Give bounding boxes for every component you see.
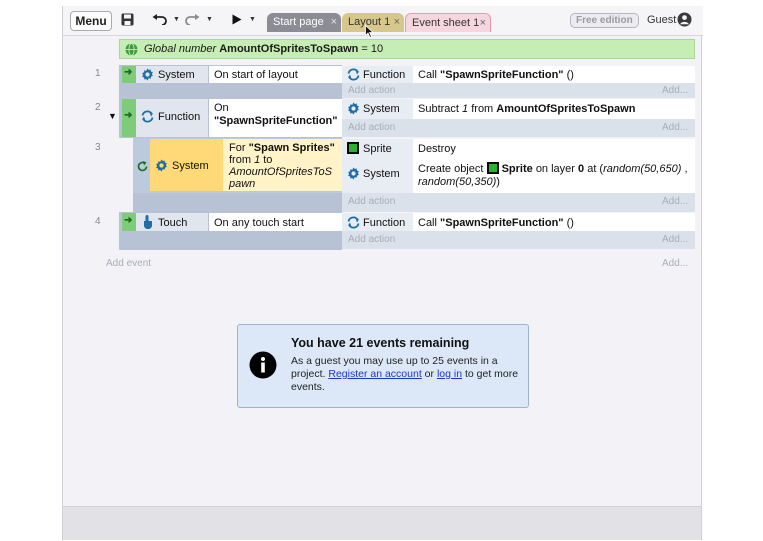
gear-icon — [348, 102, 359, 115]
sprite-icon — [486, 162, 499, 174]
close-icon[interactable]: × — [331, 13, 337, 31]
action-text: Subtract 1 from AmountOfSpritesToSpawn — [418, 103, 636, 115]
action-object-name: Function — [363, 69, 406, 81]
global-variable-row[interactable]: Global number AmountOfSpritesToSpawn = 1… — [119, 39, 695, 59]
function-icon — [347, 68, 360, 81]
redo-icon[interactable] — [185, 14, 200, 25]
function-icon — [347, 216, 360, 229]
close-icon[interactable]: × — [480, 14, 486, 32]
condition-text-line4: pawn — [229, 178, 256, 190]
undo-dropdown-icon[interactable]: ▼ — [173, 16, 180, 23]
add-more-link[interactable]: Add... — [662, 122, 688, 133]
condition-object-name: Function — [158, 111, 201, 123]
action-text: Call "SpawnSpriteFunction" () — [418, 69, 574, 81]
save-icon[interactable] — [121, 13, 134, 26]
gear-icon — [348, 167, 359, 180]
app-window: Menu ▼ ▼ ▼ Start page × Layout 1 × Event… — [62, 6, 703, 540]
gear-icon — [142, 68, 153, 81]
condition-text-line2: from 1 to — [229, 154, 273, 166]
event-number: 3 — [95, 142, 101, 153]
action-text: Destroy — [418, 143, 456, 155]
tab-start-page[interactable]: Start page × — [267, 13, 341, 32]
register-link[interactable]: Register an account — [328, 368, 421, 380]
add-more-link[interactable]: Add... — [662, 196, 688, 207]
events-remaining-notice: You have 21 events remaining As a guest … — [237, 324, 529, 408]
login-link[interactable]: log in — [437, 368, 462, 380]
condition-object-name: System — [158, 69, 195, 81]
close-icon[interactable]: × — [394, 13, 400, 31]
add-event-link[interactable]: Add event — [106, 258, 151, 269]
add-action-link[interactable]: Add action — [348, 122, 395, 133]
event-number: 1 — [95, 68, 101, 79]
condition-text-line1: On — [214, 102, 229, 114]
action-text-line2: random(50,350)) — [418, 176, 500, 188]
condition-text-line3: AmountOfSpritesToS — [229, 166, 332, 178]
condition-object-name: Touch — [158, 217, 188, 229]
tab-label: Start page — [273, 16, 324, 28]
event-number: 4 — [95, 216, 101, 227]
touch-icon — [144, 215, 152, 229]
condition-text-line2: "SpawnSpriteFunction" — [214, 115, 338, 127]
tab-event-sheet-1[interactable]: Event sheet 1 × — [405, 13, 491, 32]
loop-icon — [137, 161, 148, 172]
arrow-right-icon: ➜ — [124, 110, 133, 121]
user-icon[interactable] — [677, 12, 692, 27]
condition-text: On any touch start — [214, 217, 304, 229]
play-dropdown-icon[interactable]: ▼ — [249, 16, 256, 23]
action-text-line1: Create object Sprite on layer 0 at (rand… — [418, 162, 688, 175]
action-object-name: System — [363, 103, 400, 115]
info-icon — [249, 351, 277, 379]
status-bar — [63, 506, 701, 540]
notice-title: You have 21 events remaining — [291, 336, 470, 350]
event-3-footer — [133, 193, 342, 212]
tab-label: Event sheet 1 — [412, 17, 480, 29]
action-object-name: Function — [363, 217, 406, 229]
redo-dropdown-icon[interactable]: ▼ — [206, 16, 213, 23]
globe-icon — [125, 43, 138, 56]
add-more-link[interactable]: Add... — [662, 234, 688, 245]
gear-icon — [156, 159, 167, 172]
play-icon[interactable] — [232, 14, 242, 25]
add-action-link[interactable]: Add action — [348, 85, 395, 96]
arrow-right-icon: ➜ — [124, 67, 133, 78]
action-object-name: Sprite — [363, 143, 392, 155]
condition-text-line1: For "Spawn Sprites" — [229, 142, 335, 154]
free-edition-badge[interactable]: Free edition — [570, 13, 639, 28]
add-more-link[interactable]: Add... — [662, 258, 688, 269]
event-sheet: Global number AmountOfSpritesToSpawn = 1… — [63, 36, 703, 506]
add-action-link[interactable]: Add action — [348, 234, 395, 245]
menu-button[interactable]: Menu — [70, 11, 112, 31]
collapse-arrow-icon[interactable]: ▼ — [108, 111, 117, 121]
sprite-icon — [347, 142, 359, 154]
notice-body: As a guest you may use up to 25 events i… — [291, 355, 519, 393]
arrow-right-icon: ➜ — [124, 215, 133, 226]
action-object-name: System — [363, 168, 400, 180]
add-more-link[interactable]: Add... — [662, 85, 688, 96]
user-label[interactable]: Guest — [647, 14, 676, 26]
condition-text: On start of layout — [214, 69, 298, 81]
add-action-link[interactable]: Add action — [348, 196, 395, 207]
function-icon — [141, 110, 154, 123]
global-variable-text: Global number AmountOfSpritesToSpawn = 1… — [144, 43, 384, 55]
toolbar: Menu ▼ ▼ ▼ Start page × Layout 1 × Event… — [63, 6, 703, 36]
event-number: 2 — [95, 102, 101, 113]
undo-icon[interactable] — [152, 14, 167, 25]
action-text: Call "SpawnSpriteFunction" () — [418, 217, 574, 229]
condition-object-name: System — [172, 160, 209, 172]
